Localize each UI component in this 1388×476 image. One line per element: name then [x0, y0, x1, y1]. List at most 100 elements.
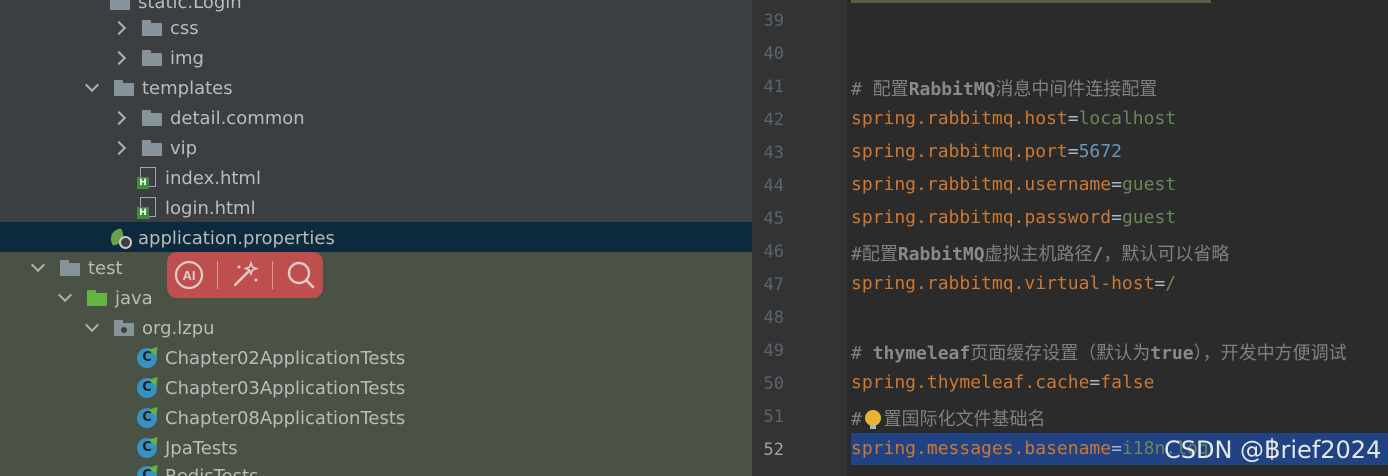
test-class-icon: C	[137, 343, 162, 368]
test-class-icon: C	[137, 461, 162, 476]
chevron-right-icon[interactable]	[112, 21, 126, 35]
tree-item-test[interactable]: test	[0, 253, 752, 283]
code-token: =	[1111, 438, 1122, 459]
lightbulb-icon[interactable]	[865, 410, 881, 429]
code-line[interactable]: spring.rabbitmq.virtual-host=/	[851, 273, 1176, 294]
test-class-icon: C	[137, 373, 162, 398]
chevron-down-icon[interactable]	[84, 321, 98, 335]
line-number: 40	[763, 44, 784, 64]
tree-item-java[interactable]: java	[0, 283, 752, 313]
code-token: spring.rabbitmq.port	[851, 141, 1068, 162]
folder-icon	[142, 50, 162, 66]
code-token: spring.thymeleaf.cache	[851, 372, 1090, 393]
tree-item-application-properties[interactable]: application.properties	[0, 223, 752, 253]
watermark: CSDN @Brief2024	[1164, 436, 1382, 464]
tree-item-chapter02-tests[interactable]: C Chapter02ApplicationTests	[0, 343, 752, 373]
code-token: true	[1150, 343, 1194, 364]
tree-item-label: org.lzpu	[142, 317, 215, 339]
code-line[interactable]: spring.thymeleaf.cache=false	[851, 372, 1154, 393]
code-token: spring.rabbitmq.host	[851, 108, 1068, 129]
tree-item-org-lzpu[interactable]: org.lzpu	[0, 313, 752, 343]
code-token: ，默认可以省略	[1103, 244, 1230, 265]
chevron-right-icon[interactable]	[112, 111, 126, 125]
line-number: 48	[763, 308, 784, 328]
tree-item-vip[interactable]: vip	[0, 133, 752, 163]
line-number: 39	[763, 11, 784, 31]
line-number: 47	[763, 275, 784, 295]
code-line[interactable]: spring.messages.basename=i18n.log	[851, 438, 1209, 459]
code-token: thymeleaf	[872, 343, 971, 364]
tree-item-css[interactable]: css	[0, 13, 752, 43]
search-icon[interactable]	[284, 258, 318, 292]
code-token: guest	[1121, 207, 1177, 228]
line-number: 49	[763, 341, 784, 361]
line-number: 50	[763, 374, 784, 394]
floating-ai-toolbar: AI	[167, 252, 323, 298]
folder-icon	[142, 110, 162, 126]
chevron-down-icon[interactable]	[57, 291, 71, 305]
magic-wand-icon[interactable]	[228, 258, 262, 292]
code-line[interactable]: spring.rabbitmq.username=guest	[851, 174, 1176, 195]
code-token: =	[1111, 207, 1122, 228]
tree-item-detail-common[interactable]: detail.common	[0, 103, 752, 133]
code-token: guest	[1121, 174, 1177, 195]
tree-item-jpa-tests[interactable]: C JpaTests	[0, 433, 752, 463]
chevron-down-icon[interactable]	[30, 261, 44, 275]
code-line[interactable]: spring.rabbitmq.port=5672	[851, 141, 1122, 162]
chevron-right-icon[interactable]	[112, 51, 126, 65]
line-number: 44	[763, 176, 784, 196]
tree-item-label: test	[88, 257, 123, 279]
tree-item-label: templates	[142, 77, 233, 99]
tree-item-label: login.html	[165, 197, 256, 219]
code-line[interactable]: spring.rabbitmq.host=localhost	[851, 108, 1176, 129]
html-file-icon: H	[137, 197, 157, 219]
tree-item-redis-tests[interactable]: C RedisTests	[0, 461, 752, 476]
test-class-icon: C	[137, 403, 162, 428]
code-token: #配置	[851, 244, 898, 265]
tree-item-chapter03-tests[interactable]: C Chapter03ApplicationTests	[0, 373, 752, 403]
test-source-folder-icon	[87, 290, 107, 306]
tree-item-label: Chapter03ApplicationTests	[165, 377, 406, 399]
tree-item-chapter08-tests[interactable]: C Chapter08ApplicationTests	[0, 403, 752, 433]
tree-item-label: java	[115, 287, 153, 309]
code-token: 页面缓存设置（默认为	[970, 343, 1151, 364]
toolbar-divider	[272, 261, 274, 289]
project-tree-panel: static.Login css img templates detail.co…	[0, 0, 752, 476]
folder-icon	[60, 260, 80, 276]
code-token: localhost	[1078, 108, 1177, 129]
tree-item-label: img	[170, 47, 204, 69]
html-file-icon: H	[137, 167, 157, 189]
ai-icon[interactable]: AI	[172, 258, 206, 292]
code-token: 虚拟主机路径	[984, 244, 1093, 265]
scroll-highlight-bar	[851, 0, 1211, 3]
folder-icon	[142, 140, 162, 156]
code-token: # 配置	[851, 79, 909, 100]
code-token: =	[1067, 108, 1079, 129]
tree-item-label: index.html	[165, 167, 261, 189]
chevron-right-icon[interactable]	[112, 141, 126, 155]
code-line[interactable]: #配置RabbitMQ虚拟主机路径/，默认可以省略	[851, 240, 1229, 266]
line-number-gutter	[752, 0, 847, 476]
code-line[interactable]: # 配置RabbitMQ消息中间件连接配置	[851, 75, 1157, 101]
code-editor[interactable]: 39 40 41 # 配置RabbitMQ消息中间件连接配置 42 spring.rabb…	[752, 0, 1388, 476]
folder-icon	[114, 80, 134, 96]
code-token: spring.rabbitmq.password	[851, 207, 1112, 228]
tree-item-templates[interactable]: templates	[0, 73, 752, 103]
tree-item-label: Chapter08ApplicationTests	[165, 407, 406, 429]
tree-item-login-html[interactable]: H login.html	[0, 193, 752, 223]
code-token: RabbitMQ	[897, 244, 985, 265]
line-number: 41	[763, 77, 784, 97]
tree-item-label: JpaTests	[165, 437, 238, 459]
code-line[interactable]: # thymeleaf页面缓存设置（默认为true），开发中方便调试	[851, 339, 1347, 365]
line-number: 46	[763, 242, 784, 262]
tree-item-label: css	[170, 17, 199, 39]
code-line[interactable]: spring.rabbitmq.password=guest	[851, 207, 1176, 228]
code-token: #	[851, 343, 873, 364]
tree-item-index-html[interactable]: H index.html	[0, 163, 752, 193]
tree-item-label: vip	[170, 137, 198, 159]
tree-item-img[interactable]: img	[0, 43, 752, 73]
line-number: 43	[763, 143, 784, 163]
code-token: RabbitMQ	[908, 79, 996, 100]
package-icon	[114, 320, 134, 336]
chevron-down-icon[interactable]	[84, 81, 98, 95]
